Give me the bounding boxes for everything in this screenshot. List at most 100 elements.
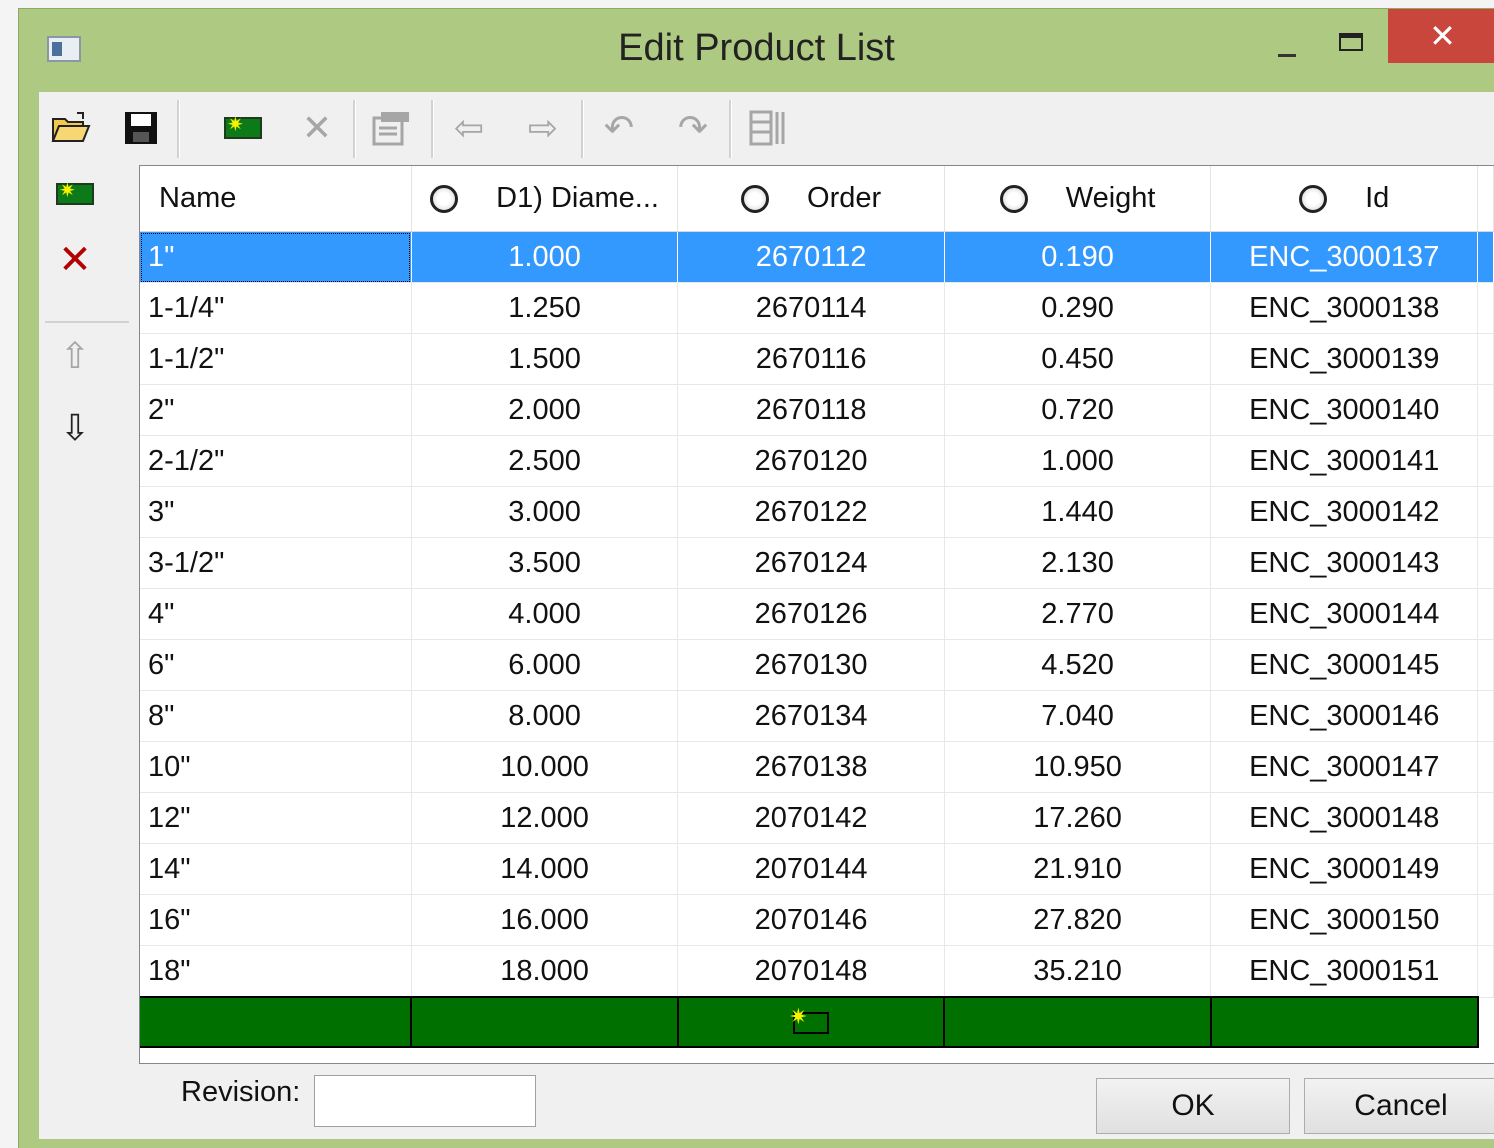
cell-id[interactable]: ENC_3000144 bbox=[1210, 588, 1479, 640]
cell-id[interactable]: ENC_3000148 bbox=[1210, 792, 1479, 844]
new-row-cell[interactable] bbox=[677, 996, 946, 1048]
cell-order[interactable]: 2670124 bbox=[677, 537, 945, 589]
cell-order[interactable]: 2070142 bbox=[677, 792, 945, 844]
table-row[interactable]: 12" 12.000 2070142 17.260 ENC_3000148 bbox=[140, 792, 1494, 844]
cell-name[interactable]: 2" bbox=[140, 384, 412, 436]
cell-id[interactable]: ENC_3000142 bbox=[1210, 486, 1479, 538]
add-record-icon[interactable] bbox=[219, 104, 267, 152]
save-icon[interactable] bbox=[117, 104, 165, 152]
cell-name[interactable]: 6" bbox=[140, 639, 412, 691]
undo-icon[interactable]: ↶ bbox=[595, 104, 643, 152]
cell-name[interactable]: 1-1/2" bbox=[140, 333, 412, 385]
cell-diameter[interactable]: 3.000 bbox=[411, 486, 679, 538]
column-header-id[interactable]: Id bbox=[1210, 166, 1479, 232]
cell-weight[interactable]: 35.210 bbox=[944, 945, 1212, 998]
table-row[interactable]: 16" 16.000 2070146 27.820 ENC_3000150 bbox=[140, 894, 1494, 946]
cell-name[interactable]: 16" bbox=[140, 894, 412, 946]
cell-weight[interactable]: 21.910 bbox=[944, 843, 1212, 895]
cell-weight[interactable]: 0.290 bbox=[944, 282, 1212, 334]
cell-diameter[interactable]: 18.000 bbox=[411, 945, 679, 998]
cell-weight[interactable]: 27.820 bbox=[944, 894, 1212, 946]
cell-name[interactable]: 3-1/2" bbox=[140, 537, 412, 589]
cell-diameter[interactable]: 3.500 bbox=[411, 537, 679, 589]
table-row[interactable]: 14" 14.000 2070144 21.910 ENC_3000149 bbox=[140, 843, 1494, 895]
cell-name[interactable]: 14" bbox=[140, 843, 412, 895]
cell-weight[interactable]: 2.130 bbox=[944, 537, 1212, 589]
cell-diameter[interactable]: 14.000 bbox=[411, 843, 679, 895]
cell-id[interactable]: ENC_3000141 bbox=[1210, 435, 1479, 487]
table-row[interactable]: 4" 4.000 2670126 2.770 ENC_3000144 bbox=[140, 588, 1494, 640]
ok-button[interactable]: OK bbox=[1096, 1078, 1290, 1134]
cell-name[interactable]: 1" bbox=[140, 231, 412, 283]
cell-name[interactable]: 18" bbox=[140, 945, 412, 998]
cell-diameter[interactable]: 1.000 bbox=[411, 231, 679, 283]
cell-order[interactable]: 2670126 bbox=[677, 588, 945, 640]
delete-row-icon[interactable]: ✕ bbox=[51, 236, 99, 284]
table-row[interactable]: 3-1/2" 3.500 2670124 2.130 ENC_3000143 bbox=[140, 537, 1494, 589]
cell-name[interactable]: 4" bbox=[140, 588, 412, 640]
move-up-icon[interactable]: ⇧ bbox=[51, 332, 99, 380]
cell-order[interactable]: 2670130 bbox=[677, 639, 945, 691]
columns-icon[interactable] bbox=[743, 104, 791, 152]
column-header-weight[interactable]: Weight bbox=[944, 166, 1212, 232]
table-row[interactable]: 6" 6.000 2670130 4.520 ENC_3000145 bbox=[140, 639, 1494, 691]
cell-diameter[interactable]: 12.000 bbox=[411, 792, 679, 844]
cell-diameter[interactable]: 2.000 bbox=[411, 384, 679, 436]
delete-icon[interactable]: ✕ bbox=[293, 104, 341, 152]
cell-order[interactable]: 2670138 bbox=[677, 741, 945, 793]
cell-diameter[interactable]: 1.250 bbox=[411, 282, 679, 334]
cell-order[interactable]: 2070148 bbox=[677, 945, 945, 998]
new-row-cell[interactable] bbox=[140, 996, 413, 1048]
new-row[interactable] bbox=[140, 996, 1494, 1048]
table-row[interactable]: 2-1/2" 2.500 2670120 1.000 ENC_3000141 bbox=[140, 435, 1494, 487]
cell-diameter[interactable]: 2.500 bbox=[411, 435, 679, 487]
cell-diameter[interactable]: 4.000 bbox=[411, 588, 679, 640]
properties-icon[interactable] bbox=[367, 104, 415, 152]
cell-id[interactable]: ENC_3000146 bbox=[1210, 690, 1479, 742]
cell-weight[interactable]: 1.000 bbox=[944, 435, 1212, 487]
cell-weight[interactable]: 17.260 bbox=[944, 792, 1212, 844]
product-grid[interactable]: Name D1) Diame... Order Weight Id 1" 1.00… bbox=[139, 165, 1494, 1064]
cell-id[interactable]: ENC_3000143 bbox=[1210, 537, 1479, 589]
cell-weight[interactable]: 2.770 bbox=[944, 588, 1212, 640]
cell-name[interactable]: 10" bbox=[140, 741, 412, 793]
cell-diameter[interactable]: 6.000 bbox=[411, 639, 679, 691]
cell-weight[interactable]: 10.950 bbox=[944, 741, 1212, 793]
cell-order[interactable]: 2670122 bbox=[677, 486, 945, 538]
table-row[interactable]: 1" 1.000 2670112 0.190 ENC_3000137 bbox=[140, 231, 1494, 283]
table-row[interactable]: 18" 18.000 2070148 35.210 ENC_3000151 bbox=[140, 945, 1494, 998]
arrow-right-icon[interactable]: ⇨ bbox=[519, 104, 567, 152]
add-row-icon[interactable] bbox=[51, 170, 99, 218]
arrow-left-icon[interactable]: ⇦ bbox=[445, 104, 493, 152]
cell-diameter[interactable]: 1.500 bbox=[411, 333, 679, 385]
cell-order[interactable]: 2670134 bbox=[677, 690, 945, 742]
cell-order[interactable]: 2670112 bbox=[677, 231, 945, 283]
cell-id[interactable]: ENC_3000137 bbox=[1210, 231, 1479, 283]
cell-name[interactable]: 8" bbox=[140, 690, 412, 742]
cell-diameter[interactable]: 10.000 bbox=[411, 741, 679, 793]
maximize-button[interactable] bbox=[1325, 23, 1381, 63]
cell-order[interactable]: 2070144 bbox=[677, 843, 945, 895]
column-header-diameter[interactable]: D1) Diame... bbox=[411, 166, 679, 232]
cell-order[interactable]: 2670120 bbox=[677, 435, 945, 487]
table-row[interactable]: 1-1/4" 1.250 2670114 0.290 ENC_3000138 bbox=[140, 282, 1494, 334]
cell-diameter[interactable]: 16.000 bbox=[411, 894, 679, 946]
table-row[interactable]: 8" 8.000 2670134 7.040 ENC_3000146 bbox=[140, 690, 1494, 742]
cell-id[interactable]: ENC_3000150 bbox=[1210, 894, 1479, 946]
cell-name[interactable]: 2-1/2" bbox=[140, 435, 412, 487]
cell-weight[interactable]: 0.720 bbox=[944, 384, 1212, 436]
new-row-cell[interactable] bbox=[1210, 996, 1479, 1048]
column-header-order[interactable]: Order bbox=[677, 166, 945, 232]
column-header-name[interactable]: Name bbox=[140, 166, 412, 232]
minimize-button[interactable] bbox=[1265, 27, 1315, 69]
cell-weight[interactable]: 0.190 bbox=[944, 231, 1212, 283]
cell-order[interactable]: 2670118 bbox=[677, 384, 945, 436]
move-down-icon[interactable]: ⇩ bbox=[51, 404, 99, 452]
open-folder-icon[interactable] bbox=[47, 104, 95, 152]
cell-id[interactable]: ENC_3000145 bbox=[1210, 639, 1479, 691]
cancel-button[interactable]: Cancel bbox=[1304, 1078, 1494, 1134]
cell-order[interactable]: 2070146 bbox=[677, 894, 945, 946]
table-row[interactable]: 10" 10.000 2670138 10.950 ENC_3000147 bbox=[140, 741, 1494, 793]
cell-weight[interactable]: 0.450 bbox=[944, 333, 1212, 385]
cell-weight[interactable]: 7.040 bbox=[944, 690, 1212, 742]
